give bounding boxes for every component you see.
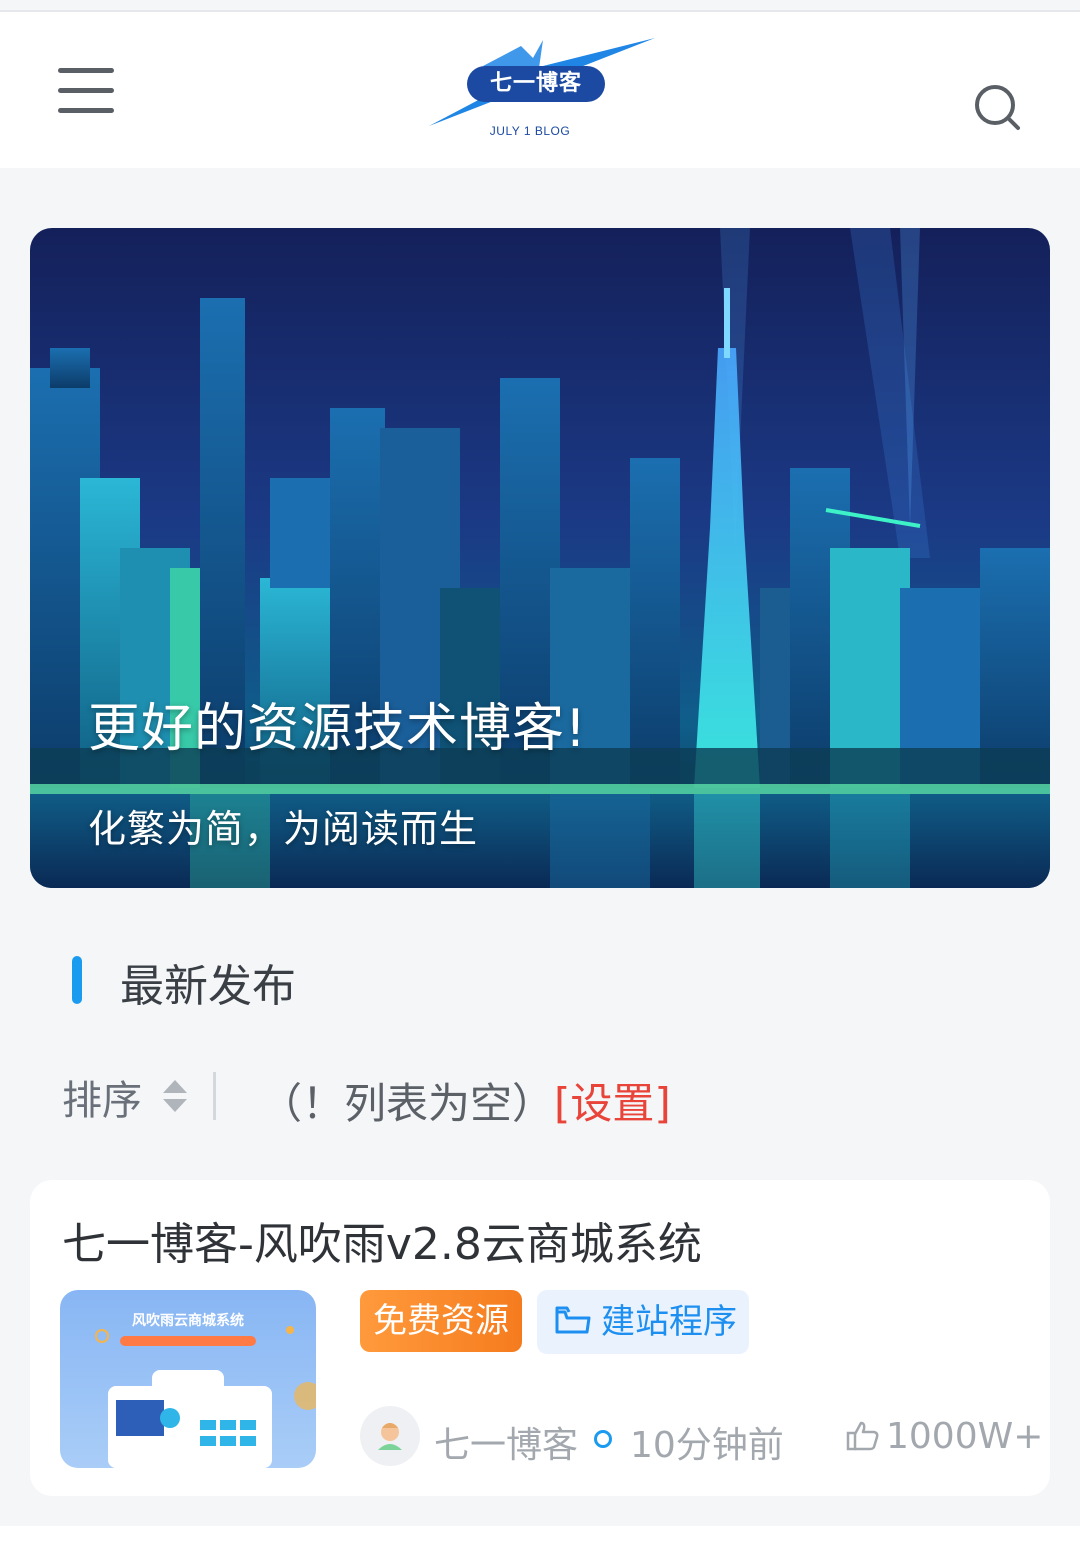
author-name[interactable]: 七一博客 <box>434 1416 578 1468</box>
category-tag[interactable]: 建站程序 <box>537 1290 749 1354</box>
free-resource-tag[interactable]: 免费资源 <box>360 1290 522 1352</box>
hamburger-menu-icon[interactable] <box>58 68 116 114</box>
post-time: 10分钟前 <box>630 1425 784 1466</box>
hero-banner[interactable]: 更好的资源技术博客! 化繁为简，为阅读而生 <box>30 228 1050 888</box>
section-accent-bar <box>72 956 82 1004</box>
logo-text: 七一博客 <box>489 71 582 96</box>
phone-mockups-illustration <box>95 1326 316 1468</box>
bottom-edge <box>0 1526 1080 1541</box>
sort-arrows-icon <box>163 1080 187 1112</box>
author-avatar[interactable] <box>360 1406 420 1466</box>
post-thumbnail[interactable]: 风吹雨云商城系统 <box>60 1290 316 1468</box>
status-bar-edge <box>0 0 1080 12</box>
meta-dot-icon <box>594 1430 612 1448</box>
banner-subtitle: 化繁为简，为阅读而生 <box>88 807 479 851</box>
category-label: 建站程序 <box>601 1302 737 1342</box>
like-count: 1000W+ <box>886 1416 1044 1457</box>
thumbs-up-icon <box>846 1421 879 1451</box>
sort-divider <box>213 1072 216 1120</box>
logo-subtitle: JULY 1 BLOG <box>489 124 571 138</box>
section-title: 最新发布 <box>120 961 296 1012</box>
sort-button[interactable]: 排序 <box>62 1068 142 1126</box>
folder-icon <box>555 1306 591 1334</box>
post-card[interactable]: 七一博客-风吹雨v2.8云商城系统 风吹雨云商城系统 免费资源 建站程序 七一博… <box>30 1180 1050 1496</box>
post-title[interactable]: 七一博客-风吹雨v2.8云商城系统 <box>62 1208 702 1272</box>
banner-title: 更好的资源技术博客! <box>88 699 587 759</box>
city-skyline-illustration <box>30 228 1050 888</box>
settings-link[interactable]: [设置] <box>554 1079 671 1128</box>
like-button[interactable]: 1000W+ <box>846 1416 1043 1457</box>
empty-list-note: （！列表为空）[设置] <box>260 1070 671 1131</box>
search-icon[interactable] <box>970 80 1026 136</box>
empty-list-text: （！列表为空） <box>260 1079 555 1128</box>
